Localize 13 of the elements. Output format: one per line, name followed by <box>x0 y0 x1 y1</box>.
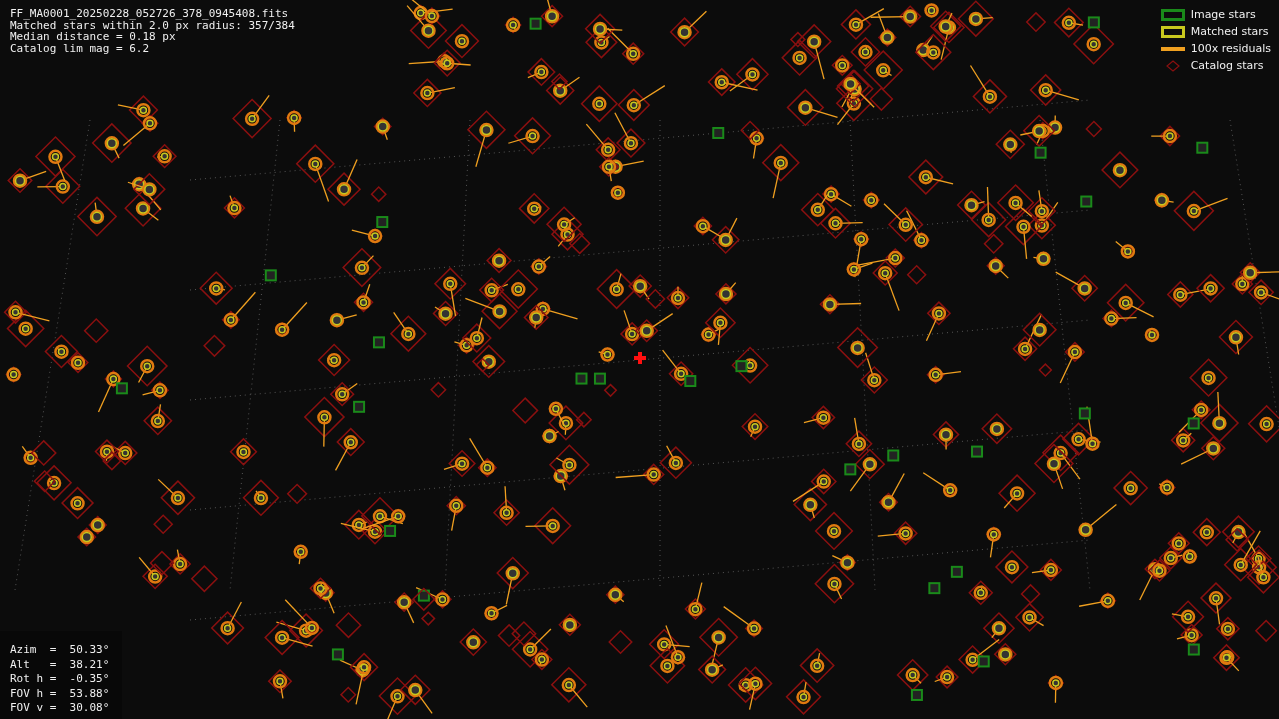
legend-label: 100x residuals <box>1190 42 1271 55</box>
readout-text: Rot h = -0.35° <box>10 672 111 687</box>
info-text: Matched stars within 2.0 px radius: 357/384 <box>10 19 295 31</box>
readout-text: FOV h = 53.88° <box>10 686 111 701</box>
readout-text: Alt = 38.21° <box>10 657 111 672</box>
info-text: Median distance = 0.18 px <box>10 31 176 43</box>
legend-label: Catalog stars <box>1190 59 1264 72</box>
info-text: FF_MA0001_20250228_052726_378_0945408.fits <box>10 8 290 20</box>
readout-text: Azim = 50.33° <box>10 643 111 658</box>
readout-text: FOV v = 30.08° <box>10 701 111 716</box>
info-text: Catalog lim mag = 6.2 <box>10 42 151 54</box>
legend-label: Matched stars <box>1190 25 1269 38</box>
legend-label: Image stars <box>1190 8 1256 21</box>
